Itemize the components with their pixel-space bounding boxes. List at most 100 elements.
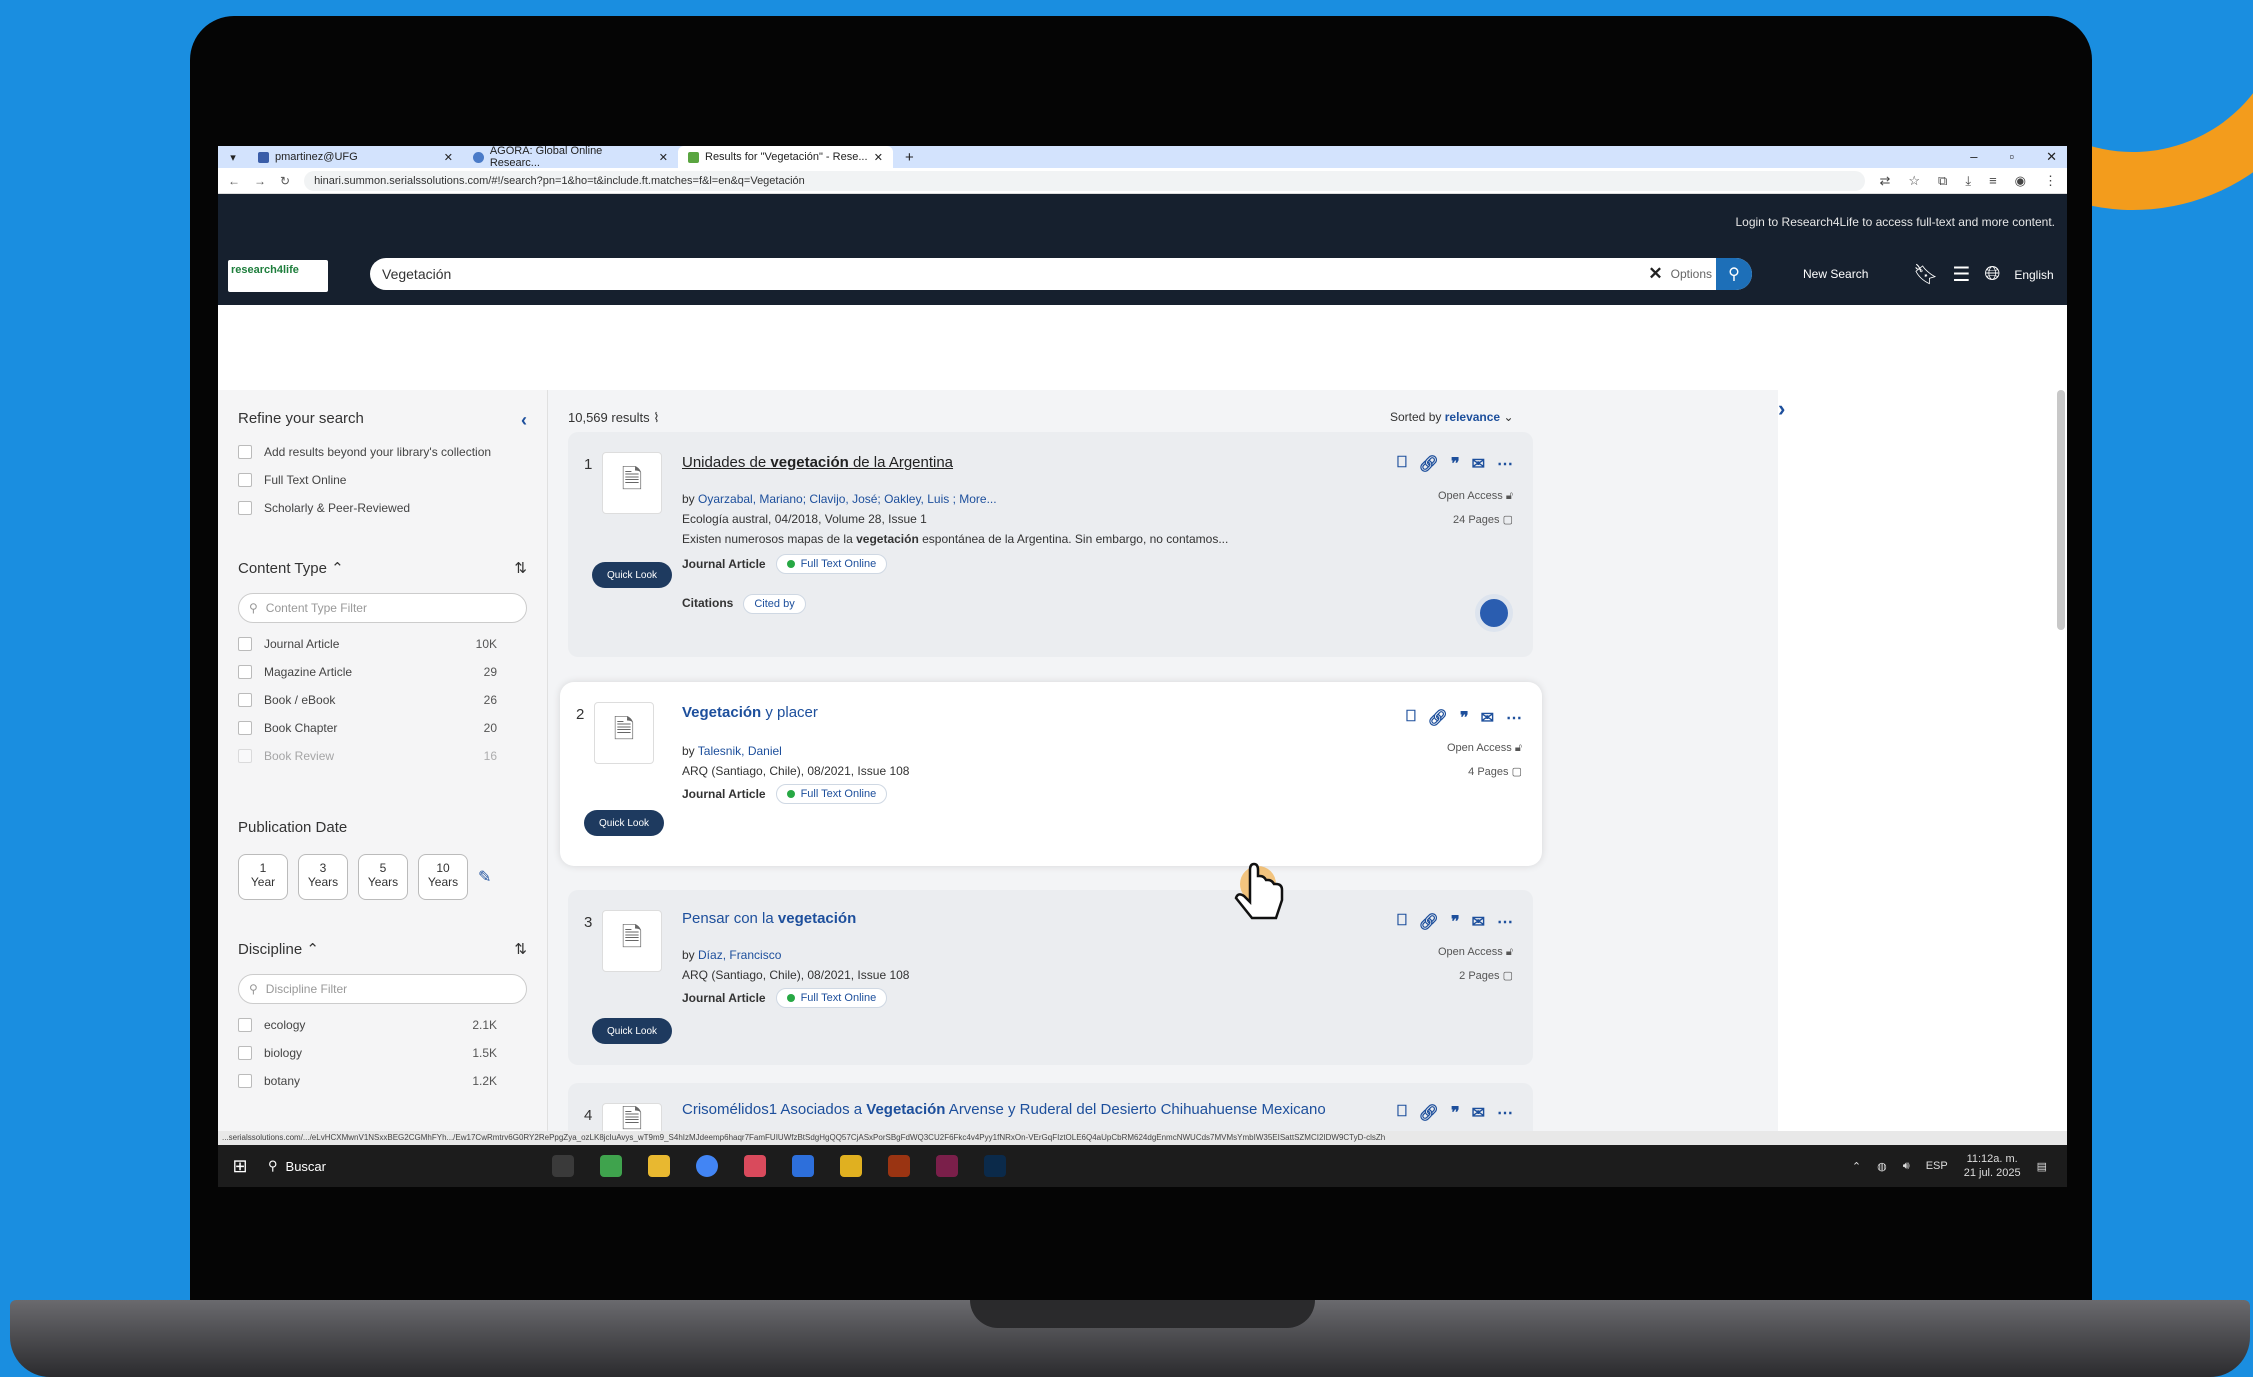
- globe-icon[interactable]: 🌐︎: [1984, 263, 2000, 286]
- checkbox-peer-reviewed[interactable]: Scholarly & Peer-Reviewed: [238, 501, 527, 515]
- link-icon[interactable]: 🔗︎: [1419, 1103, 1439, 1123]
- save-bookmark-icon[interactable]: ⎕: [1397, 912, 1407, 932]
- tab-agora[interactable]: AGORA: Global Online Researc... ✕: [463, 146, 678, 169]
- clear-search-icon[interactable]: ✕: [1648, 264, 1662, 284]
- indesign-icon[interactable]: [936, 1155, 958, 1177]
- hamburger-menu-icon[interactable]: ☰: [1952, 262, 1970, 287]
- content-type-title[interactable]: Content Type ⌃: [238, 559, 344, 577]
- checkbox[interactable]: [238, 721, 252, 735]
- extensions-icon[interactable]: ⧉: [1938, 173, 1947, 189]
- email-icon[interactable]: ✉: [1472, 454, 1485, 474]
- options-button[interactable]: Options: [1671, 267, 1712, 281]
- tray-chevron-up-icon[interactable]: ⌃: [1852, 1160, 1861, 1173]
- edit-date-range-pencil-icon[interactable]: ✎: [478, 867, 491, 887]
- result-title-link[interactable]: Crisomélidos1 Asociados a Vegetación Arv…: [682, 1101, 1326, 1118]
- cite-quote-icon[interactable]: ❞: [1451, 1103, 1460, 1123]
- checkbox[interactable]: [238, 637, 252, 651]
- save-bookmark-icon[interactable]: ⎕: [1397, 454, 1407, 474]
- saved-items-bookmark-icon[interactable]: 🔖︎: [1913, 262, 1938, 287]
- rss-icon[interactable]: ⌇: [653, 410, 659, 425]
- document-thumbnail-icon[interactable]: 🗎: [602, 910, 662, 972]
- app-icon[interactable]: [600, 1155, 622, 1177]
- maximize-button[interactable]: ▫: [2009, 149, 2014, 165]
- url-field[interactable]: hinari.summon.serialssolutions.com/#!/se…: [304, 170, 1866, 191]
- year-option-3[interactable]: 3 Years: [298, 854, 348, 900]
- app-icon[interactable]: [792, 1155, 814, 1177]
- checkbox[interactable]: [238, 1046, 252, 1060]
- cite-quote-icon[interactable]: ❞: [1460, 708, 1469, 728]
- minimize-button[interactable]: –: [1970, 149, 1977, 165]
- link-icon[interactable]: 🔗︎: [1428, 708, 1448, 728]
- taskbar-clock[interactable]: 11:12a. m. 21 jul. 2025: [1964, 1152, 2021, 1180]
- close-tab-icon[interactable]: ✕: [659, 151, 668, 164]
- back-icon[interactable]: ←: [228, 174, 240, 188]
- cite-quote-icon[interactable]: ❞: [1451, 912, 1460, 932]
- task-view-icon[interactable]: [552, 1155, 574, 1177]
- cite-quote-icon[interactable]: ❞: [1451, 454, 1460, 474]
- more-options-icon[interactable]: ⋯: [1497, 912, 1513, 932]
- more-options-icon[interactable]: ⋯: [1506, 708, 1522, 728]
- facet-item[interactable]: Book / eBook 26: [238, 693, 527, 707]
- full-text-online-badge[interactable]: Full Text Online: [775, 554, 888, 574]
- year-option-10[interactable]: 10 Years: [418, 854, 468, 900]
- input-language[interactable]: ESP: [1926, 1160, 1948, 1172]
- checkbox[interactable]: [238, 1018, 252, 1032]
- sort-selector[interactable]: Sorted by relevance ⌄: [1390, 410, 1514, 424]
- full-text-online-badge[interactable]: Full Text Online: [775, 784, 888, 804]
- result-title-link[interactable]: Unidades de vegetación de la Argentina: [682, 454, 953, 471]
- profile-icon[interactable]: ◉: [2015, 173, 2026, 189]
- language-selector[interactable]: English: [2014, 268, 2053, 282]
- checkbox[interactable]: [238, 665, 252, 679]
- checkbox[interactable]: [238, 445, 252, 459]
- tab-list-icon[interactable]: ▾: [218, 151, 248, 164]
- reload-icon[interactable]: ↻: [280, 174, 290, 188]
- research4life-logo[interactable]: research4life: [228, 260, 328, 292]
- checkbox[interactable]: [238, 693, 252, 707]
- checkbox[interactable]: [238, 501, 252, 515]
- notifications-icon[interactable]: ▤: [2037, 1160, 2047, 1173]
- result-title-link[interactable]: Pensar con la vegetación: [682, 910, 856, 927]
- scrollbar[interactable]: [2057, 390, 2065, 630]
- search-input[interactable]: Vegetación ✕ Options ⚲: [370, 258, 1752, 290]
- close-window-button[interactable]: ✕: [2046, 149, 2057, 165]
- email-icon[interactable]: ✉: [1481, 708, 1494, 728]
- app-icon[interactable]: [840, 1155, 862, 1177]
- windows-start-icon[interactable]: ⊞: [218, 1156, 262, 1177]
- checkbox[interactable]: [238, 473, 252, 487]
- checkbox-beyond-collection[interactable]: Add results beyond your library's collec…: [238, 445, 527, 459]
- network-icon[interactable]: ◍: [1877, 1160, 1887, 1173]
- save-bookmark-icon[interactable]: ⎕: [1406, 708, 1416, 728]
- facet-item[interactable]: biology 1.5K: [238, 1046, 527, 1060]
- facet-item[interactable]: botany 1.2K: [238, 1074, 527, 1088]
- cited-by-button[interactable]: Cited by: [743, 594, 806, 614]
- tab-results[interactable]: Results for "Vegetación" - Rese... ✕: [678, 146, 893, 168]
- close-tab-icon[interactable]: ✕: [444, 151, 453, 164]
- forward-icon[interactable]: →: [254, 174, 266, 188]
- document-thumbnail-icon[interactable]: 🗎: [602, 452, 662, 514]
- expand-panel-chevron-right-icon[interactable]: ›: [1778, 396, 1785, 422]
- facet-item[interactable]: Book Chapter 20: [238, 721, 527, 735]
- link-icon[interactable]: 🔗︎: [1419, 454, 1439, 474]
- discipline-filter-input[interactable]: ⚲ Discipline Filter: [238, 974, 527, 1004]
- author-links[interactable]: Talesnik, Daniel: [698, 744, 782, 758]
- chrome-icon[interactable]: [696, 1155, 718, 1177]
- checkbox[interactable]: [238, 1074, 252, 1088]
- facet-item[interactable]: Book Review 16: [238, 749, 527, 763]
- new-tab-icon[interactable]: +: [905, 149, 914, 166]
- taskbar-search[interactable]: ⚲ Buscar: [262, 1158, 522, 1174]
- save-bookmark-icon[interactable]: ⎕: [1397, 1103, 1407, 1123]
- full-text-online-badge[interactable]: Full Text Online: [775, 988, 888, 1008]
- quick-look-button[interactable]: Quick Look: [592, 562, 672, 588]
- year-option-5[interactable]: 5 Years: [358, 854, 408, 900]
- more-options-icon[interactable]: ⋯: [1497, 454, 1513, 474]
- email-icon[interactable]: ✉: [1472, 912, 1485, 932]
- sort-facet-icon[interactable]: ⇅: [514, 559, 527, 577]
- content-type-filter-input[interactable]: ⚲ Content Type Filter: [238, 593, 527, 623]
- more-options-icon[interactable]: ⋯: [1497, 1103, 1513, 1123]
- photoshop-icon[interactable]: [984, 1155, 1006, 1177]
- link-icon[interactable]: 🔗︎: [1419, 912, 1439, 932]
- reading-list-icon[interactable]: ≡: [1989, 173, 1997, 189]
- illustrator-icon[interactable]: [888, 1155, 910, 1177]
- collapse-sidebar-chevron-left-icon[interactable]: ‹: [521, 410, 527, 431]
- altmetric-badge-icon[interactable]: [1475, 594, 1513, 632]
